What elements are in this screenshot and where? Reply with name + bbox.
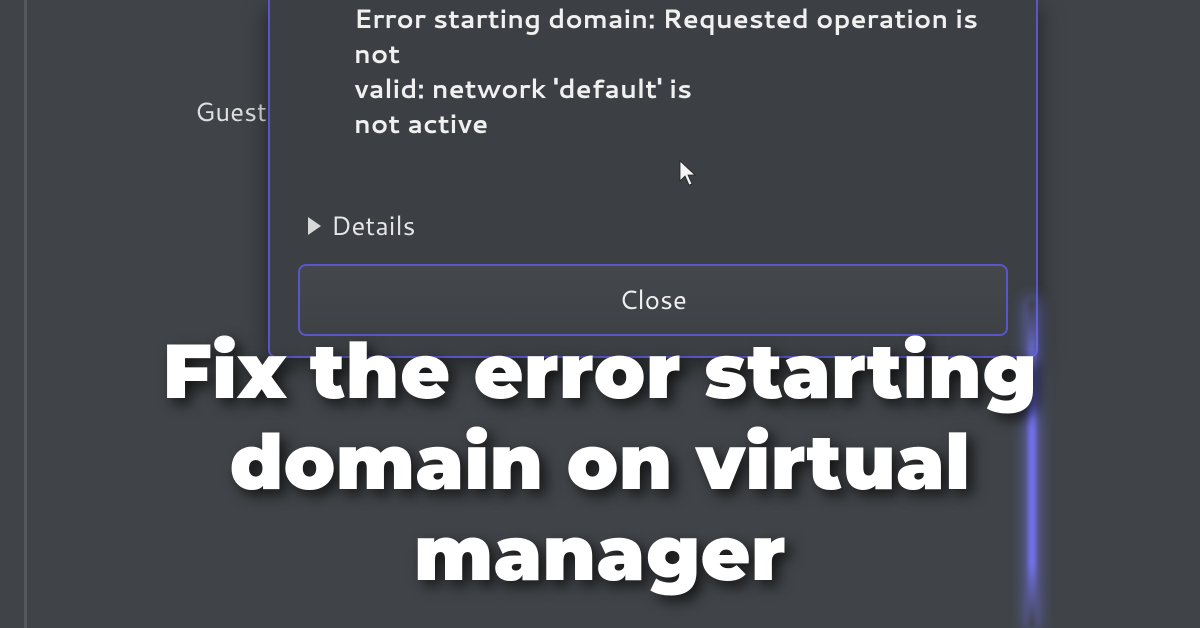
chevron-right-icon bbox=[308, 217, 321, 235]
overlay-title: Fix the error starting domain on virtual… bbox=[110, 326, 1090, 600]
details-expander[interactable]: Details bbox=[298, 202, 1008, 264]
details-label: Details bbox=[331, 208, 416, 244]
error-line-2: valid: network 'default' is bbox=[354, 71, 692, 107]
error-line-3: not active bbox=[354, 106, 488, 142]
error-dialog: Error starting domain: Requested operati… bbox=[268, 0, 1038, 358]
cursor-area bbox=[298, 142, 1008, 202]
cursor-icon bbox=[678, 160, 700, 188]
window-edge bbox=[24, 0, 27, 628]
error-message: Error starting domain: Requested operati… bbox=[298, 2, 1008, 142]
error-line-1: Error starting domain: Requested operati… bbox=[354, 1, 978, 72]
